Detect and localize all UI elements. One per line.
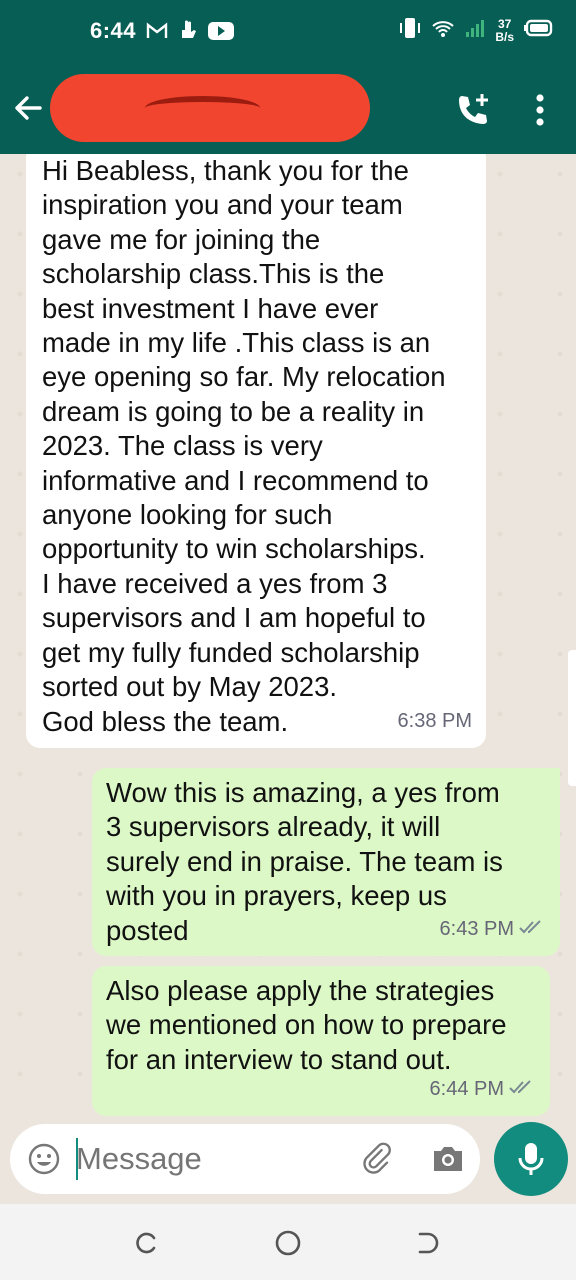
- attach-icon[interactable]: [360, 1142, 394, 1176]
- message-time: 6:44 PM: [429, 1077, 504, 1100]
- emoji-icon[interactable]: [28, 1143, 60, 1175]
- outgoing-message[interactable]: Also please apply the strategies we ment…: [92, 966, 550, 1116]
- voice-record-button[interactable]: [494, 1122, 568, 1196]
- message-time: 6:43 PM: [439, 917, 514, 940]
- home-icon[interactable]: [271, 1226, 305, 1260]
- net-speed: 37 B/s: [495, 16, 514, 44]
- message-text: Hi Beabless, thank you for the inspirati…: [42, 155, 446, 737]
- text-cursor: [76, 1138, 78, 1180]
- youtube-icon: [208, 22, 234, 45]
- back-nav-icon[interactable]: [410, 1226, 444, 1260]
- recent-apps-icon[interactable]: [130, 1226, 164, 1260]
- contact-name-redacted[interactable]: [50, 74, 370, 142]
- composer-row: [0, 1120, 576, 1204]
- scroll-handle[interactable]: [568, 650, 576, 786]
- message-input[interactable]: [76, 1134, 346, 1184]
- add-call-icon[interactable]: [454, 92, 494, 128]
- incoming-message[interactable]: Hi Beabless, thank you for the inspirati…: [26, 154, 486, 748]
- hand-icon: [178, 20, 198, 47]
- camera-icon[interactable]: [430, 1142, 466, 1176]
- vibrate-icon: [399, 16, 421, 45]
- double-check-icon: [508, 1072, 536, 1106]
- message-time: 6:38 PM: [397, 709, 472, 732]
- message-box[interactable]: [10, 1124, 480, 1194]
- more-vert-icon[interactable]: [530, 92, 550, 128]
- chat-header: [0, 64, 576, 154]
- message-text: Also please apply the strategies we ment…: [106, 975, 507, 1075]
- message-meta: 6:44 PM: [430, 1072, 536, 1106]
- back-arrow-icon[interactable]: [10, 90, 46, 126]
- gmail-icon: [146, 22, 168, 45]
- status-bar: 6:44 37 B/s: [0, 0, 576, 64]
- android-nav-bar: [0, 1204, 576, 1280]
- mic-icon: [518, 1143, 544, 1175]
- double-check-icon: [518, 912, 546, 946]
- chat-area[interactable]: Hi Beabless, thank you for the inspirati…: [0, 154, 576, 1120]
- battery-icon: [524, 19, 554, 42]
- wifi-icon: [431, 18, 455, 43]
- signal-icon: [465, 18, 485, 43]
- outgoing-message[interactable]: Wow this is amazing, a yes from 3 superv…: [92, 768, 560, 956]
- top-bar: 6:44 37 B/s: [0, 0, 576, 154]
- message-meta: 6:38 PM: [398, 704, 472, 738]
- message-meta: 6:43 PM: [440, 912, 546, 946]
- status-time: 6:44: [90, 18, 137, 43]
